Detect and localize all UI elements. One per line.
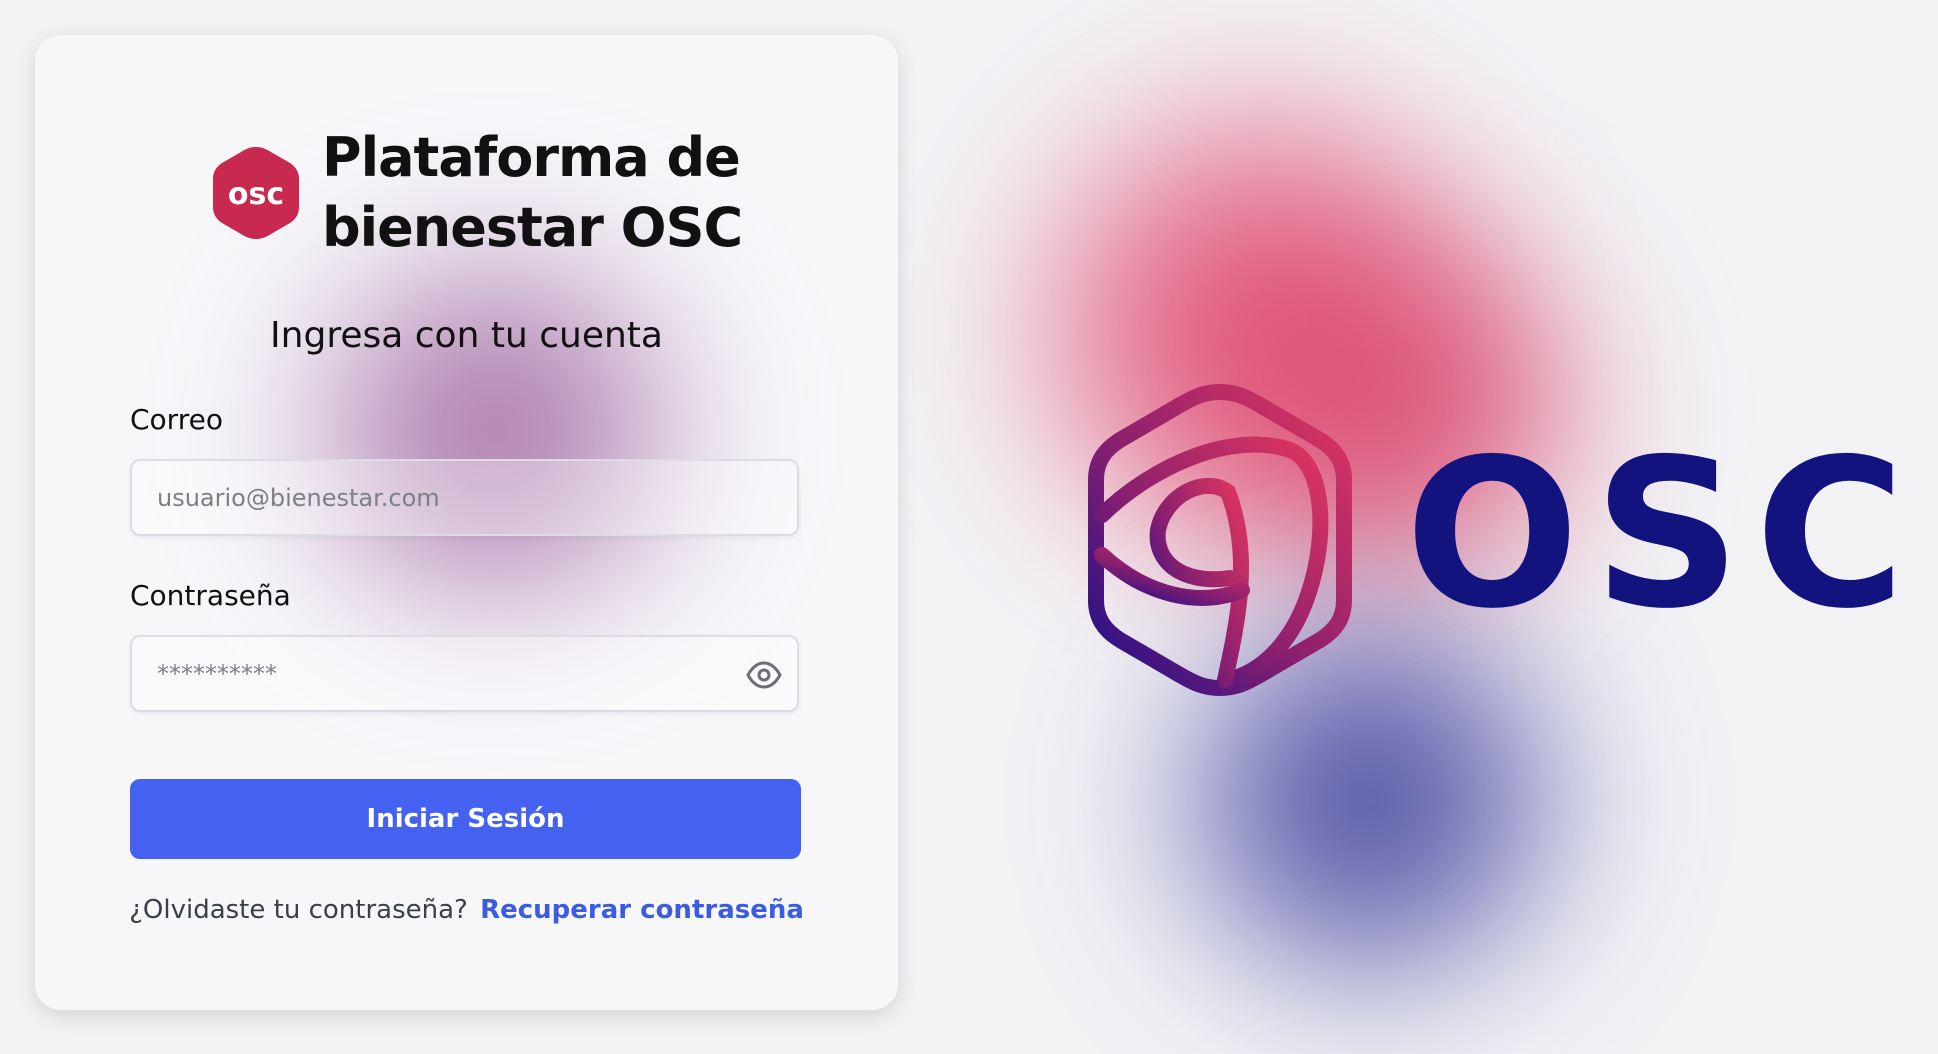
password-label: Contraseña [130,579,291,612]
background-blob-purple [265,230,725,630]
email-label: Correo [130,403,223,436]
password-field-wrapper [130,635,799,712]
login-page: osc Plataforma de bienestar OSC Ingresa … [0,0,1938,1054]
forgot-password-row: ¿Olvidaste tu contraseña? Recuperar cont… [35,895,898,925]
forgot-password-text: ¿Olvidaste tu contraseña? [129,895,468,925]
login-card: osc Plataforma de bienestar OSC Ingresa … [35,35,898,1010]
login-heading: Ingresa con tu cuenta [270,315,663,356]
badge-text: osc [228,177,284,212]
email-field-wrapper [130,459,799,536]
page-title: Plataforma de bienestar OSC [322,126,743,259]
osc-badge-logo: osc [213,147,299,239]
brand-header: osc Plataforma de bienestar OSC [210,123,762,263]
osc-wordmark: OSC [1405,416,1920,654]
osc-logo-icon [1088,383,1352,697]
recover-password-link[interactable]: Recuperar contraseña [480,895,804,925]
email-field[interactable] [132,461,797,534]
eye-icon[interactable] [745,657,783,693]
login-button[interactable]: Iniciar Sesión [130,779,801,859]
password-field[interactable] [132,637,797,710]
